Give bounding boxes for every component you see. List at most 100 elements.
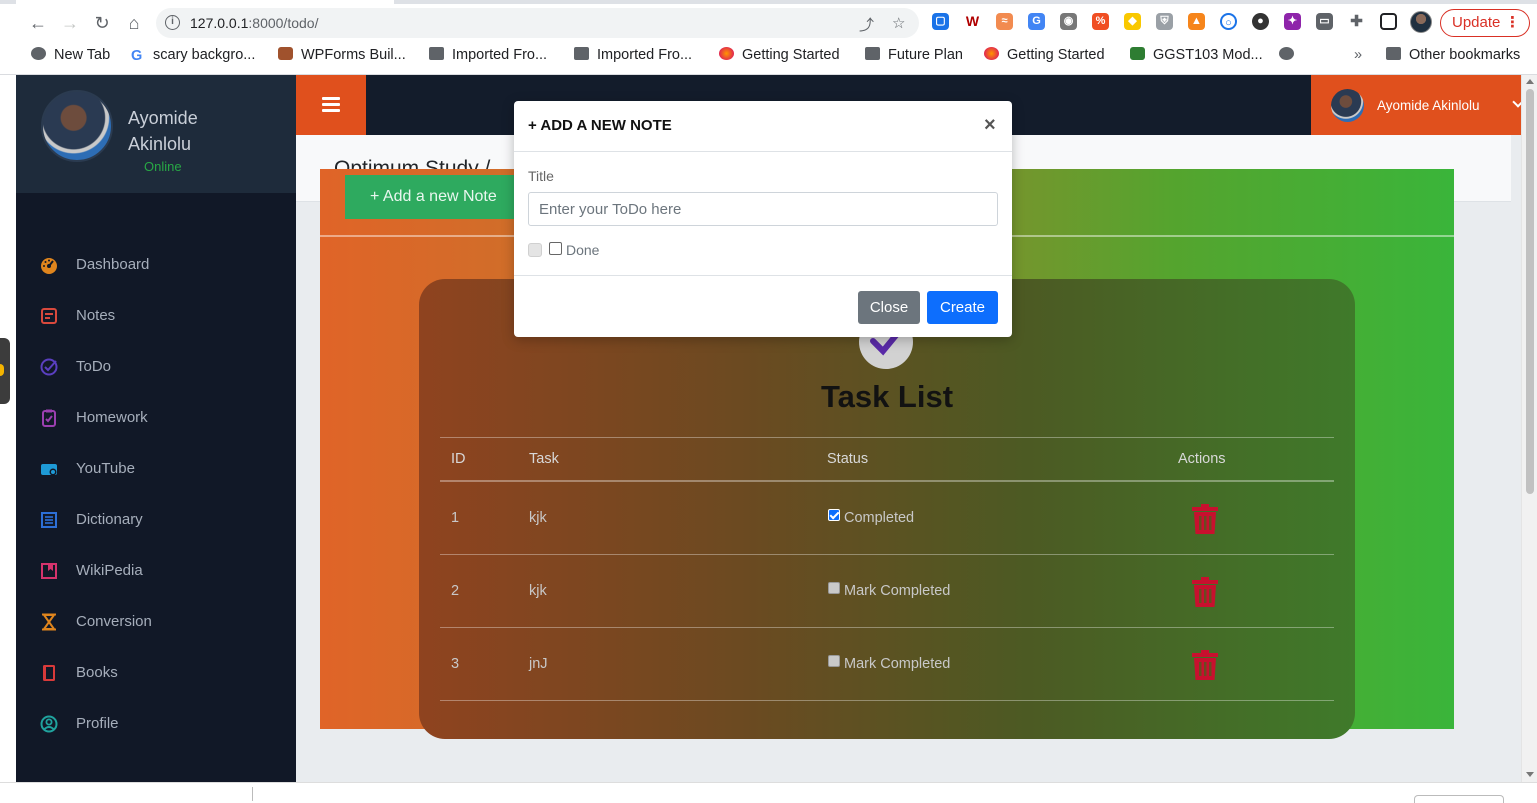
trash-icon[interactable] (1192, 504, 1218, 534)
extensions-puzzle-icon[interactable]: ✚ (1348, 13, 1365, 30)
hamburger-bar (322, 97, 340, 100)
sidebar-item-youtube[interactable]: YouTube (40, 455, 280, 485)
color-picker-extension-icon[interactable]: ● (1252, 13, 1269, 30)
done-label[interactable]: Done (566, 242, 599, 258)
keep-extension-icon[interactable]: ◆ (1124, 13, 1141, 30)
active-tab[interactable] (16, 0, 394, 4)
status-checkbox[interactable] (828, 582, 840, 594)
sync-extension-icon[interactable]: ○ (1220, 13, 1237, 30)
word-extension-icon[interactable]: W (964, 13, 981, 30)
metamask-extension-icon[interactable]: ▲ (1188, 13, 1205, 30)
sidebar-item-dashboard[interactable]: Dashboard (40, 251, 280, 281)
sidebar-item-wikipedia[interactable]: WikiPedia (40, 557, 280, 587)
sidebar-item-label: Dictionary (76, 511, 143, 528)
book-list-icon (41, 512, 57, 528)
bookmark-label: Imported Fro... (452, 47, 548, 63)
bookmarks-overflow-chevron[interactable]: » (1354, 47, 1362, 63)
bookmark-item[interactable]: WPForms Buil... (278, 47, 406, 63)
scrollbar-thumb[interactable] (1526, 89, 1534, 494)
magic-extension-icon[interactable]: ✦ (1284, 13, 1301, 30)
sidebar-item-notes[interactable]: Notes (40, 302, 280, 332)
bookmark-item[interactable]: New Tab (31, 47, 110, 63)
sidebar-item-label: Books (76, 664, 118, 681)
create-button[interactable]: Create (927, 291, 998, 324)
sidebar-item-conversion[interactable]: Conversion (40, 608, 280, 638)
bookmark-item[interactable]: Imported Fro... (429, 47, 547, 63)
sidebar-item-todo[interactable]: ToDo (40, 353, 280, 383)
site-info-icon[interactable]: i (165, 15, 180, 30)
bookmark-item[interactable]: Imported Fro... (574, 47, 692, 63)
sidebar-item-label: Conversion (76, 613, 152, 630)
bookmark-label: GGST103 Mod... (1153, 47, 1263, 63)
status-label[interactable]: Mark Completed (844, 583, 950, 599)
side-panel-handle[interactable] (0, 338, 10, 404)
sidebar-item-homework[interactable]: Homework (40, 404, 280, 434)
todo-title-input[interactable] (528, 192, 998, 226)
vertical-scrollbar[interactable] (1521, 75, 1537, 782)
bookmark-label: Getting Started (742, 47, 840, 63)
percent-extension-icon[interactable]: % (1092, 13, 1109, 30)
bookmark-item[interactable]: Gscary backgro... (131, 47, 255, 64)
status-label[interactable]: Mark Completed (844, 656, 950, 672)
url-host: 127.0.0.1 (190, 15, 249, 31)
sidebar-user-name[interactable]: Ayomide Akinlolu (128, 105, 258, 157)
browser-chrome: ← → ↻ ⌂ i 127.0.0.1:8000/todo/ ⤴ ☆ ▢ W ≈… (0, 0, 1537, 75)
download-shelf-button[interactable] (1414, 795, 1504, 803)
sidebar-item-profile[interactable]: Profile (40, 710, 280, 740)
wpforms-icon (278, 47, 293, 60)
avatar (1331, 89, 1364, 122)
school-crest-icon (1130, 47, 1145, 60)
window-extension-icon[interactable]: ▭ (1316, 13, 1333, 30)
trash-icon[interactable] (1192, 650, 1218, 680)
screen-capture-extension-icon[interactable]: ▢ (932, 13, 949, 30)
table-row: 3 jnJ Mark Completed (440, 628, 1334, 701)
trash-icon[interactable] (1192, 577, 1218, 607)
status-label[interactable]: Completed (844, 510, 914, 526)
translate-extension-icon[interactable]: G (1028, 13, 1045, 30)
bookmark-book-icon (41, 563, 57, 579)
browser-profile-avatar[interactable] (1410, 11, 1432, 33)
reading-list-icon[interactable] (1380, 13, 1397, 30)
avatar[interactable] (41, 90, 113, 162)
status-checkbox[interactable] (828, 509, 840, 521)
close-icon[interactable]: × (984, 114, 996, 137)
scroll-down-arrow-icon[interactable] (1526, 772, 1534, 777)
bookmark-label: Other bookmarks (1409, 47, 1521, 63)
back-icon[interactable]: ← (26, 11, 50, 35)
reload-icon[interactable]: ↻ (90, 11, 114, 35)
home-icon[interactable]: ⌂ (122, 11, 146, 35)
update-button[interactable]: Update ⋮ (1440, 9, 1530, 37)
address-bar[interactable]: i 127.0.0.1:8000/todo/ ⤴ ☆ (156, 8, 919, 38)
topbar-user-name: Ayomide Akinlolu (1377, 98, 1480, 113)
bookmark-item[interactable]: GGST103 Mod... (1130, 47, 1263, 63)
user-menu[interactable]: Ayomide Akinlolu (1311, 75, 1537, 135)
done-checkbox[interactable] (549, 242, 562, 255)
scroll-up-arrow-icon[interactable] (1526, 79, 1534, 84)
bookmark-star-icon[interactable]: ☆ (892, 14, 905, 32)
bookmark-item[interactable]: Getting Started (984, 47, 1105, 63)
other-bookmarks[interactable]: Other bookmarks (1386, 47, 1520, 63)
camera-extension-icon[interactable]: ◉ (1060, 13, 1077, 30)
forward-icon[interactable]: → (58, 11, 82, 35)
wave-extension-icon[interactable]: ≈ (996, 13, 1013, 30)
add-note-button[interactable]: + Add a new Note (345, 175, 525, 219)
bookmark-item[interactable]: Future Plan (865, 47, 963, 63)
check-circle-icon (40, 358, 58, 376)
url-text[interactable]: 127.0.0.1:8000/todo/ (190, 15, 318, 31)
close-button[interactable]: Close (858, 291, 920, 324)
modal-header: + ADD A NEW NOTE × (514, 101, 1012, 152)
sidebar-item-dictionary[interactable]: Dictionary (40, 506, 280, 536)
modal-footer: Close Create (514, 275, 1012, 337)
bookmark-item[interactable]: Getting Started (719, 47, 840, 63)
bookmark-item[interactable] (1279, 47, 1302, 63)
folder-icon (574, 47, 589, 60)
online-status: Online (144, 159, 182, 174)
shield-extension-icon[interactable]: ⛨ (1156, 13, 1173, 30)
user-panel: Ayomide Akinlolu Online (16, 75, 296, 193)
status-checkbox[interactable] (828, 655, 840, 667)
hamburger-menu-icon[interactable] (296, 75, 366, 135)
share-icon[interactable]: ⤴ (859, 14, 874, 35)
column-header-task: Task (529, 451, 559, 467)
kebab-menu-icon[interactable]: ⋮ (1505, 10, 1520, 36)
sidebar-item-books[interactable]: Books (40, 659, 280, 689)
